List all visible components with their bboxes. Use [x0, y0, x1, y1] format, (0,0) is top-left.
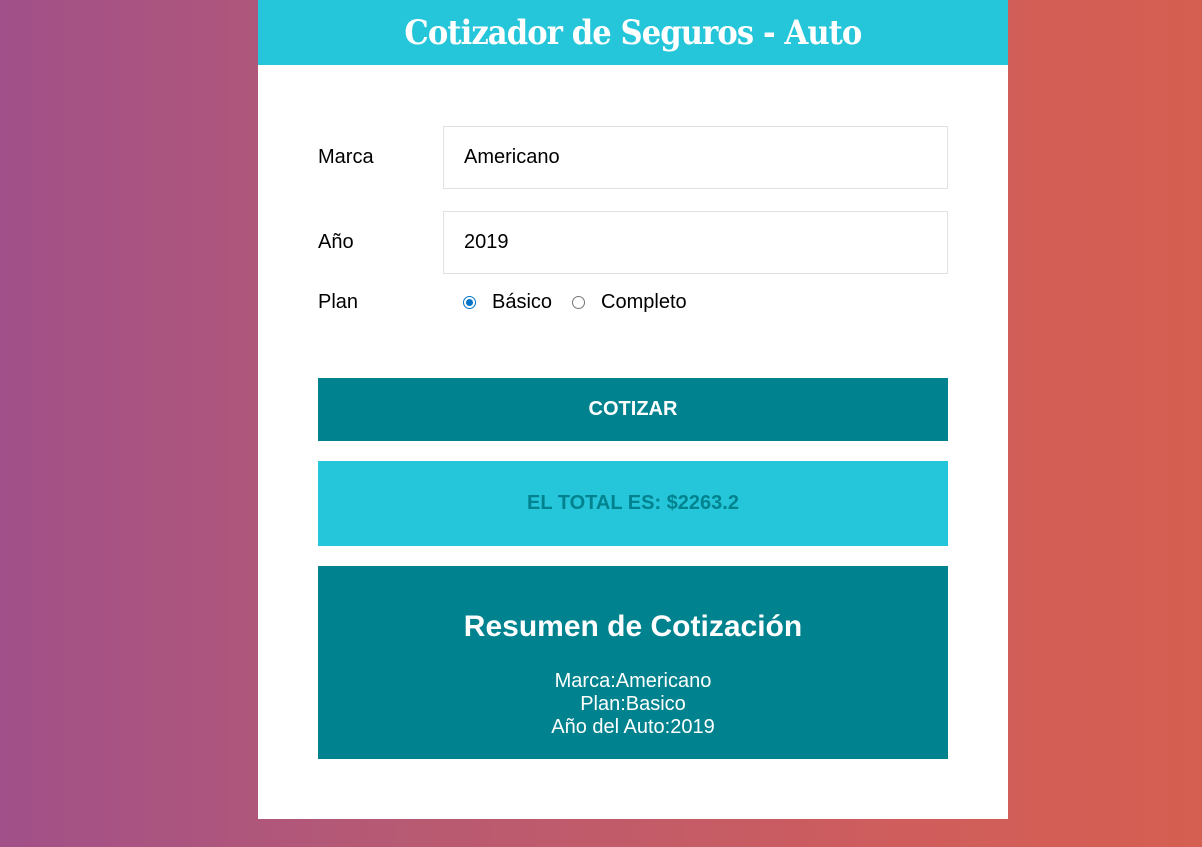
plan-basico-radio[interactable] [463, 295, 476, 309]
app-header: Cotizador de Seguros - Auto [258, 0, 1008, 65]
cotizar-button[interactable]: COTIZAR [318, 378, 948, 441]
plan-completo-label[interactable]: Completo [601, 291, 687, 314]
quote-app: Cotizador de Seguros - Auto Marca Americ… [258, 0, 1008, 819]
summary-plan: Plan:Basico [580, 693, 686, 715]
total-result: EL TOTAL ES: $2263.2 [318, 461, 948, 546]
plan-label: Plan [318, 290, 359, 313]
marca-select[interactable]: Americano [443, 126, 948, 189]
anio-label: Año [318, 231, 354, 253]
plan-row: Plan Básico Completo [318, 290, 948, 314]
quote-form: Marca Americano Año 2019 Plan Básico Com… [318, 125, 948, 314]
plan-basico-label[interactable]: Básico [492, 291, 552, 314]
marca-row: Marca Americano [318, 125, 948, 190]
plan-completo-radio[interactable] [572, 295, 586, 309]
marca-label: Marca [318, 146, 374, 168]
anio-select[interactable]: 2019 [443, 211, 948, 274]
summary-title: Resumen de Cotización [463, 610, 803, 643]
quote-summary: Resumen de Cotización Marca:Americano Pl… [318, 566, 948, 759]
summary-anio: Año del Auto:2019 [551, 716, 715, 738]
summary-marca: Marca:Americano [554, 670, 712, 692]
page-title: Cotizador de Seguros - Auto [404, 12, 862, 53]
anio-row: Año 2019 [318, 210, 948, 275]
